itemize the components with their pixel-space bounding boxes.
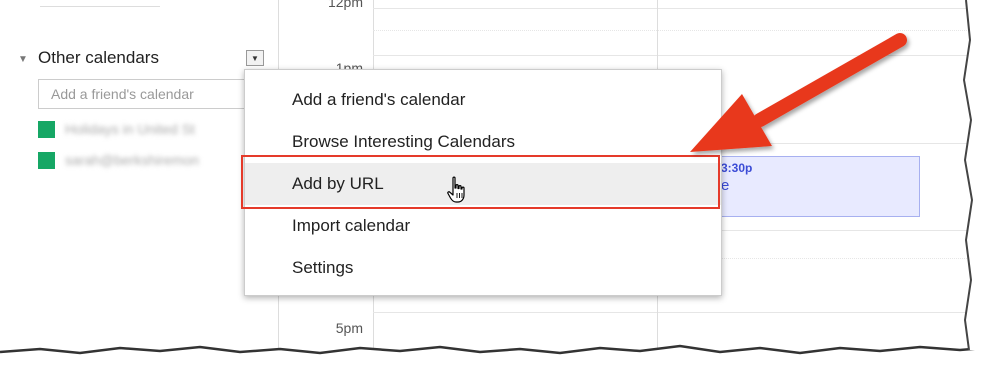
calendar-list-item[interactable]: sarah@berkshiremon	[38, 150, 199, 170]
calendar-list-item[interactable]: Holidays in United St	[38, 119, 195, 139]
hand-pointer-icon	[447, 176, 465, 203]
menu-item-import-calendar[interactable]: Import calendar	[245, 205, 721, 247]
menu-item-settings[interactable]: Settings	[245, 247, 721, 289]
calendar-event[interactable]: 3:30p e	[720, 156, 920, 217]
menu-item-add-friends-calendar[interactable]: Add a friend's calendar	[245, 79, 721, 121]
collapse-triangle-icon[interactable]: ▼	[18, 54, 28, 65]
event-time: 3:30p	[721, 161, 753, 175]
half-hour-line	[373, 30, 984, 31]
other-calendars-dropdown-button[interactable]: ▼	[246, 50, 264, 66]
calendar-name: sarah@berkshiremon	[65, 152, 200, 168]
sidebar: ▼ Other calendars ▼ Add a friend's calen…	[0, 0, 278, 369]
hour-line	[373, 312, 984, 313]
calendar-color-swatch[interactable]	[38, 120, 55, 138]
annotation-highlight-box	[241, 155, 720, 209]
hour-line	[373, 55, 984, 56]
sidebar-divider	[40, 0, 160, 7]
add-friend-calendar-input[interactable]: Add a friend's calendar	[38, 79, 260, 109]
chevron-down-icon: ▼	[251, 53, 259, 63]
event-title: e	[721, 177, 730, 194]
calendar-color-swatch[interactable]	[38, 151, 55, 169]
calendar-name: Holidays in United St	[65, 121, 195, 137]
screenshot: ▼ Other calendars ▼ Add a friend's calen…	[0, 0, 984, 369]
time-label: 5pm	[335, 320, 363, 336]
hour-line	[373, 8, 984, 9]
time-label: 12pm	[327, 0, 363, 10]
other-calendars-title[interactable]: Other calendars	[38, 48, 159, 68]
